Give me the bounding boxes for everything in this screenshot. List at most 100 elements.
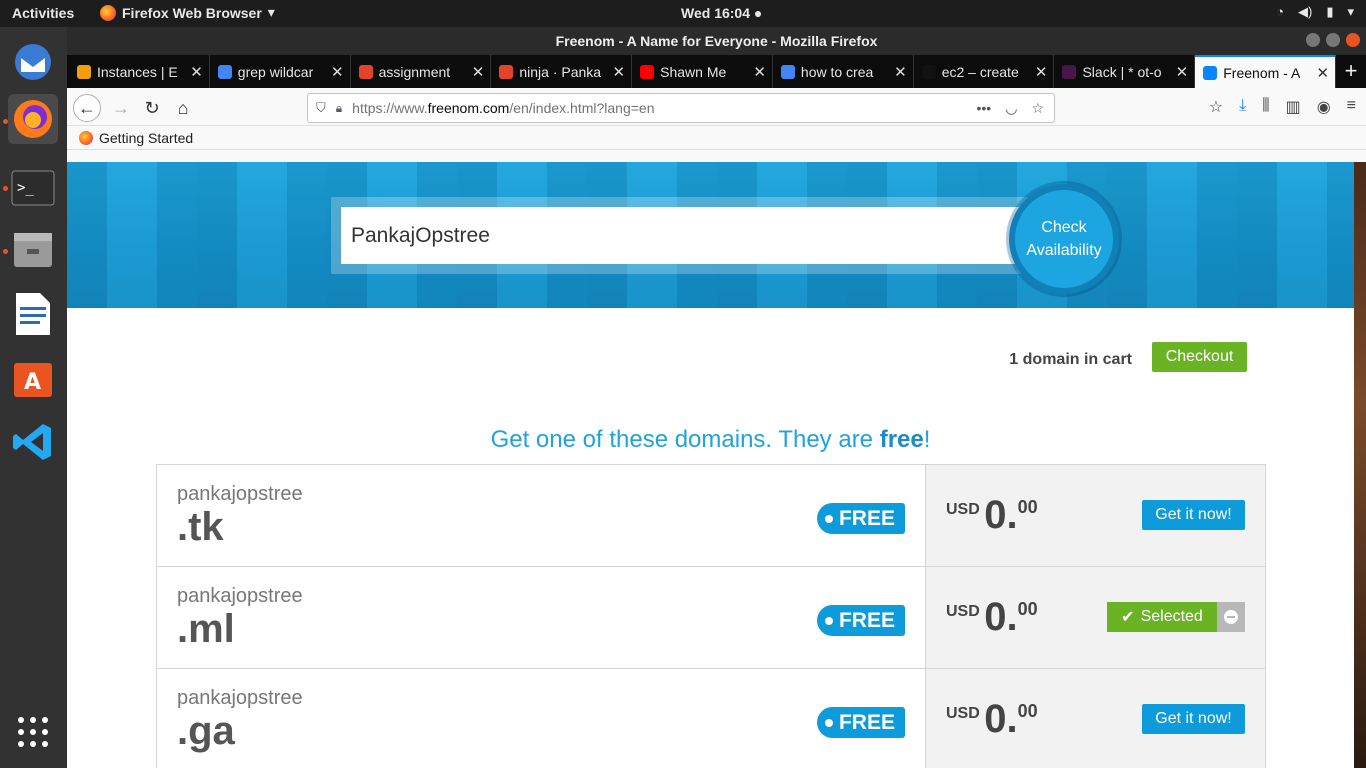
pocket-icon[interactable]: ◡ bbox=[1005, 100, 1017, 117]
price-integer: 0. bbox=[984, 697, 1018, 741]
get-it-now-button[interactable]: Get it now! bbox=[1142, 704, 1245, 734]
domain-info: pankajopstree .tk FREE bbox=[157, 465, 926, 566]
close-tab-icon[interactable]: ✕ bbox=[1176, 63, 1189, 81]
checkout-button[interactable]: Checkout bbox=[1152, 342, 1247, 372]
page-actions-icon[interactable]: ••• bbox=[977, 100, 992, 117]
svg-text:A: A bbox=[24, 370, 41, 395]
background-edge bbox=[1354, 162, 1366, 768]
free-domains-headline: Get one of these domains. They are free! bbox=[67, 426, 1354, 454]
files-icon[interactable] bbox=[8, 225, 58, 275]
bookmark-getting-started[interactable]: Getting Started bbox=[99, 130, 193, 146]
reader-pin-icon[interactable]: ☆ bbox=[1209, 97, 1223, 117]
browser-tab[interactable]: Slack | * ot-o ✕ bbox=[1054, 55, 1196, 88]
browser-tab[interactable]: Shawn Me ✕ bbox=[632, 55, 773, 88]
selected-button[interactable]: ✔ Selected bbox=[1107, 602, 1217, 632]
browser-tab[interactable]: ninja · Panka ✕ bbox=[491, 55, 633, 88]
system-tray[interactable]: ◔ ◀) ▮ ▾ bbox=[1276, 4, 1354, 20]
software-store-icon[interactable]: A bbox=[8, 352, 58, 402]
browser-tab[interactable]: Instances | E ✕ bbox=[69, 55, 210, 88]
remove-domain-button[interactable] bbox=[1217, 602, 1245, 632]
url-prefix: https://www. bbox=[352, 100, 428, 116]
writer-icon[interactable] bbox=[8, 289, 58, 339]
close-tab-icon[interactable]: ✕ bbox=[190, 63, 203, 81]
check-availability-button[interactable]: Check Availability bbox=[1009, 184, 1119, 294]
navigation-toolbar: ← → ↻ ⌂ ⛉ 🔒︎ https://www.freenom.com/en/… bbox=[67, 88, 1366, 126]
account-icon[interactable]: ◉ bbox=[1317, 97, 1331, 117]
domain-name: pankajopstree bbox=[177, 687, 303, 709]
sidebar-icon[interactable]: ▥ bbox=[1286, 97, 1301, 117]
close-tab-icon[interactable]: ✕ bbox=[894, 63, 907, 81]
domain-row: pankajopstree .tk FREE USD 0.00 Get it now! bbox=[157, 465, 1265, 567]
app-menu[interactable]: Firefox Web Browser ▾ bbox=[100, 4, 275, 21]
badge-dot-icon bbox=[824, 718, 833, 727]
get-it-now-button[interactable]: Get it now! bbox=[1142, 500, 1245, 530]
cart-count: 1 domain in cart bbox=[1009, 351, 1132, 368]
lock-icon[interactable]: 🔒︎ bbox=[336, 101, 342, 116]
activities-button[interactable]: Activities bbox=[12, 5, 74, 21]
price-decimal: 00 bbox=[1017, 497, 1038, 517]
forward-button[interactable]: → bbox=[107, 94, 135, 122]
price-currency: USD bbox=[946, 501, 980, 518]
bookmark-star-icon[interactable]: ☆ bbox=[1031, 100, 1044, 117]
firefox-icon bbox=[100, 4, 116, 21]
home-button[interactable]: ⌂ bbox=[169, 94, 197, 122]
battery-icon: ▮ bbox=[1326, 4, 1334, 19]
free-badge-label: FREE bbox=[838, 710, 895, 734]
firefox-icon bbox=[79, 130, 93, 145]
cart-row: 1 domain in cart Checkout bbox=[67, 342, 1247, 374]
clock[interactable]: Wed 16:04 ● bbox=[681, 5, 762, 21]
price: USD 0.00 bbox=[946, 493, 1038, 538]
tab-favicon-icon bbox=[780, 64, 795, 79]
tracking-shield-icon[interactable]: ⛉ bbox=[316, 100, 326, 116]
url-text[interactable]: https://www.freenom.com/en/index.html?la… bbox=[352, 100, 976, 116]
back-button[interactable]: ← bbox=[73, 94, 101, 122]
minus-circle-icon bbox=[1224, 610, 1238, 624]
downloads-icon[interactable]: ⤓ bbox=[1239, 97, 1246, 117]
browser-tab[interactable]: how to crea ✕ bbox=[773, 55, 914, 88]
browser-tab[interactable]: Freenom - A ✕ bbox=[1195, 55, 1337, 88]
browser-tab[interactable]: assignment ✕ bbox=[351, 55, 492, 88]
tab-label: ec2 – create bbox=[941, 63, 1019, 80]
tab-strip: Instances | E ✕ grep wildcar ✕ assignment ✕ ni… bbox=[67, 55, 1366, 88]
close-tab-icon[interactable]: ✕ bbox=[753, 63, 766, 81]
running-indicator bbox=[3, 249, 8, 254]
new-tab-button[interactable]: + bbox=[1336, 55, 1366, 88]
vscode-icon[interactable] bbox=[8, 417, 58, 467]
price: USD 0.00 bbox=[946, 595, 1038, 640]
window-titlebar: Freenom - A Name for Everyone - Mozilla … bbox=[67, 27, 1366, 55]
close-tab-icon[interactable]: ✕ bbox=[331, 63, 344, 81]
library-icon[interactable]: ⫼ bbox=[1262, 97, 1269, 117]
minimize-button[interactable] bbox=[1306, 33, 1320, 47]
maximize-button[interactable] bbox=[1326, 33, 1340, 47]
chevron-down-icon: ▾ bbox=[267, 4, 275, 20]
domain-search-input[interactable] bbox=[341, 207, 1031, 264]
browser-tab[interactable]: grep wildcar ✕ bbox=[210, 55, 351, 88]
selected-group: ✔ Selected bbox=[1107, 602, 1245, 632]
tab-favicon-icon bbox=[77, 64, 91, 79]
close-tab-icon[interactable]: ✕ bbox=[1316, 64, 1329, 82]
terminal-icon[interactable]: >_ bbox=[8, 163, 58, 213]
close-tab-icon[interactable]: ✕ bbox=[1035, 63, 1048, 81]
price-decimal: 00 bbox=[1017, 599, 1038, 619]
close-tab-icon[interactable]: ✕ bbox=[472, 63, 485, 81]
close-window-button[interactable] bbox=[1346, 33, 1360, 47]
badge-dot-icon bbox=[824, 616, 833, 625]
app-grid-icon[interactable] bbox=[8, 707, 58, 757]
close-tab-icon[interactable]: ✕ bbox=[613, 63, 626, 81]
url-bar[interactable]: ⛉ 🔒︎ https://www.freenom.com/en/index.ht… bbox=[307, 93, 1055, 123]
domain-search-box bbox=[331, 197, 1031, 274]
thunderbird-icon[interactable] bbox=[8, 37, 58, 87]
url-path: /en/index.html?lang=en bbox=[509, 100, 655, 116]
domain-price-panel: USD 0.00 Get it now! bbox=[926, 669, 1265, 768]
firefox-icon[interactable] bbox=[8, 94, 58, 144]
tab-label: Shawn Me bbox=[660, 63, 727, 80]
free-badge: FREE bbox=[816, 707, 905, 738]
domain-price-panel: USD 0.00 Get it now! bbox=[926, 465, 1265, 566]
browser-tab[interactable]: ec2 – create ✕ bbox=[914, 55, 1055, 88]
running-indicator bbox=[3, 186, 8, 191]
domain-tld: .ga bbox=[177, 709, 235, 753]
domain-tld: .tk bbox=[177, 505, 224, 549]
tab-favicon-icon bbox=[640, 64, 655, 79]
menu-icon[interactable]: ≡ bbox=[1347, 97, 1356, 117]
reload-button[interactable]: ↻ bbox=[138, 94, 166, 122]
